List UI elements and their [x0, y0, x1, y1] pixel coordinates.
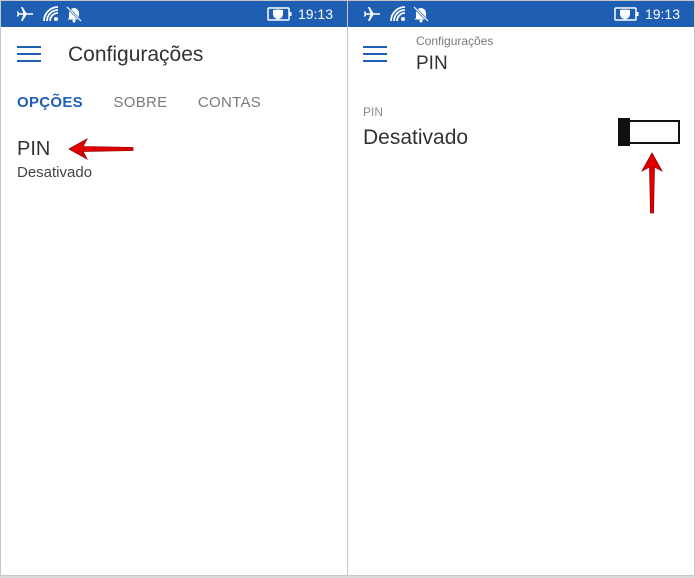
alarm-off-icon [413, 6, 429, 23]
clock: 19:13 [644, 6, 680, 22]
clock: 19:13 [297, 6, 333, 22]
menu-line [17, 46, 41, 48]
airplane-icon [16, 7, 33, 21]
tab-bar: OPÇÕES SOBRE CONTAS [17, 94, 287, 112]
hamburger-menu-button[interactable] [17, 44, 43, 64]
menu-line [363, 53, 387, 55]
menu-line [363, 46, 387, 48]
pin-toggle-switch[interactable] [618, 118, 680, 146]
breadcrumb: Configurações [416, 34, 494, 48]
alarm-off-icon [66, 6, 82, 23]
pin-settings-screen: 19:13 Configurações PIN PIN Desativado [347, 0, 695, 576]
battery-saver-icon [614, 7, 639, 21]
pin-setting-status: Desativado [363, 126, 469, 149]
wifi-icon [390, 6, 406, 22]
annotation-arrow-left-icon [68, 137, 134, 161]
tab-contas[interactable]: CONTAS [198, 94, 261, 111]
pin-setting-status: Desativado [17, 164, 93, 181]
page-title: PIN [416, 53, 448, 74]
hamburger-menu-button[interactable] [363, 44, 389, 64]
menu-line [17, 60, 41, 62]
toggle-knob [618, 118, 630, 146]
settings-screen: 19:13 Configurações OPÇÕES SOBRE CONTAS … [0, 0, 348, 576]
pin-setting-label: PIN [363, 105, 384, 119]
menu-line [17, 53, 41, 55]
tab-opcoes[interactable]: OPÇÕES [17, 94, 83, 111]
status-bar: 19:13 [1, 1, 347, 27]
airplane-icon [363, 7, 380, 21]
status-bar: 19:13 [348, 1, 694, 27]
menu-line [363, 60, 387, 62]
wifi-icon [43, 6, 59, 22]
page-title: Configurações [68, 43, 204, 66]
tab-sobre[interactable]: SOBRE [113, 94, 167, 111]
annotation-arrow-up-icon [640, 152, 664, 214]
battery-saver-icon [267, 7, 292, 21]
